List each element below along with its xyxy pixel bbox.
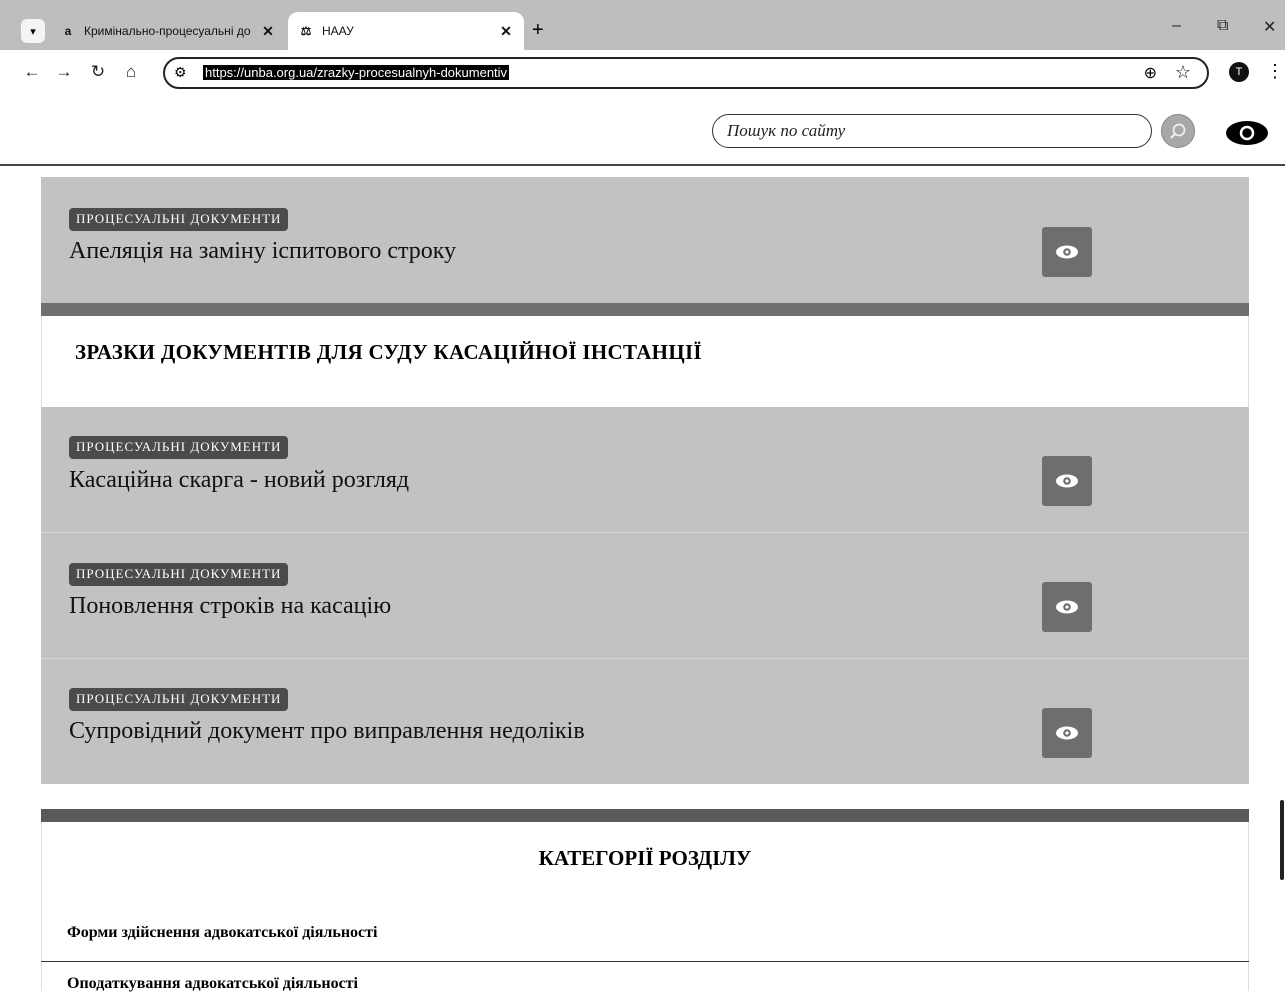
eye-icon (1226, 121, 1268, 145)
category-link[interactable]: Форми здійснення адвокатської діяльності (67, 924, 377, 942)
maximize-button[interactable]: ⧉ (1217, 17, 1228, 35)
categories-divider (41, 809, 1249, 822)
browser-tab-strip: ▾ a Кримінально-процесуальні до ✕ ⚖ НААУ… (0, 0, 1285, 50)
site-header (0, 98, 1285, 166)
search-icon (1170, 123, 1186, 139)
browser-toolbar: ← → ↻ ⌂ ⚙ https://unba.org.ua/zrazky-pro… (0, 50, 1285, 99)
document-title-link[interactable]: Супровідний документ про виправлення нед… (69, 718, 585, 745)
close-tab-icon[interactable]: ✕ (258, 23, 278, 40)
category-link[interactable]: Оподаткування адвокатської діяльності (67, 975, 358, 993)
site-favicon-icon: ⚖ (300, 24, 312, 38)
document-title-link[interactable]: Поновлення строків на касацію (69, 593, 391, 620)
tab-title: НААУ (322, 24, 354, 38)
zoom-icon[interactable]: ⊕ (1144, 63, 1157, 83)
site-search-input[interactable] (712, 114, 1152, 148)
profile-avatar[interactable]: T (1229, 62, 1249, 82)
browser-menu-icon[interactable]: ⋮ (1266, 61, 1284, 82)
forward-button[interactable]: → (53, 62, 75, 82)
category-separator (41, 961, 1249, 962)
section-heading: ЗРАЗКИ ДОКУМЕНТІВ ДЛЯ СУДУ КАСАЦІЙНОЇ ІН… (75, 340, 702, 364)
view-document-button[interactable] (1042, 708, 1092, 758)
accessibility-toggle[interactable] (1225, 120, 1269, 146)
eye-icon (1056, 245, 1078, 259)
document-card: ПРОЦЕСУАЛЬНІ ДОКУМЕНТИ Поновлення строкі… (41, 532, 1249, 658)
browser-tab[interactable]: a Кримінально-процесуальні до ✕ (50, 12, 286, 50)
tab-search-button[interactable]: ▾ (21, 19, 45, 43)
chevron-down-icon: ▾ (30, 25, 36, 38)
document-title-link[interactable]: Касаційна скарга - новий розгляд (69, 467, 409, 494)
category-badge[interactable]: ПРОЦЕСУАЛЬНІ ДОКУМЕНТИ (69, 688, 289, 711)
categories-heading: КАТЕГОРІЇ РОЗДІЛУ (538, 846, 752, 870)
section-divider (41, 303, 1249, 316)
view-document-button[interactable] (1042, 227, 1092, 277)
url-text[interactable]: https://unba.org.ua/zrazky-procesualnyh-… (203, 65, 510, 80)
page-scrollbar[interactable] (1280, 800, 1284, 880)
category-badge[interactable]: ПРОЦЕСУАЛЬНІ ДОКУМЕНТИ (69, 563, 289, 586)
minimize-button[interactable]: – (1172, 17, 1181, 35)
home-button[interactable]: ⌂ (120, 62, 142, 82)
site-info-icon[interactable]: ⚙ (174, 64, 187, 81)
reload-button[interactable]: ↻ (87, 62, 109, 82)
close-tab-icon[interactable]: ✕ (496, 23, 516, 40)
document-card: ПРОЦЕСУАЛЬНІ ДОКУМЕНТИ Касаційна скарга … (41, 407, 1249, 532)
back-button[interactable]: ← (21, 62, 43, 82)
new-tab-button[interactable]: + (532, 20, 544, 40)
browser-tab-active[interactable]: ⚖ НААУ ✕ (288, 12, 524, 50)
close-window-button[interactable]: ✕ (1263, 17, 1276, 37)
eye-icon (1056, 474, 1078, 488)
document-card: ПРОЦЕСУАЛЬНІ ДОКУМЕНТИ Апеляція на замін… (41, 177, 1249, 303)
category-badge[interactable]: ПРОЦЕСУАЛЬНІ ДОКУМЕНТИ (69, 208, 289, 231)
view-document-button[interactable] (1042, 456, 1092, 506)
acrobat-favicon-icon: a (64, 24, 72, 38)
address-bar[interactable]: ⚙ https://unba.org.ua/zrazky-procesualny… (163, 57, 1209, 89)
view-document-button[interactable] (1042, 582, 1092, 632)
document-card: ПРОЦЕСУАЛЬНІ ДОКУМЕНТИ Супровідний докум… (41, 658, 1249, 784)
document-title-link[interactable]: Апеляція на заміну іспитового строку (69, 238, 456, 265)
eye-icon (1056, 600, 1078, 614)
category-badge[interactable]: ПРОЦЕСУАЛЬНІ ДОКУМЕНТИ (69, 436, 289, 459)
tab-title: Кримінально-процесуальні до (84, 24, 251, 38)
search-button[interactable] (1161, 114, 1195, 148)
bookmark-star-icon[interactable]: ☆ (1175, 62, 1191, 83)
eye-icon (1056, 726, 1078, 740)
